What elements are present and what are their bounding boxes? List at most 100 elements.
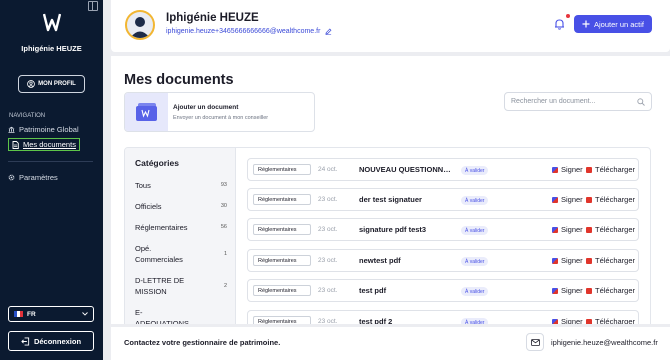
sidebar-collapse-icon[interactable]: [88, 1, 98, 11]
logout-button[interactable]: Déconnexion: [8, 331, 94, 351]
category-item-reglementaires[interactable]: Réglementaires 56: [135, 222, 227, 233]
category-tag: Réglementaires: [253, 316, 311, 324]
category-count: 56: [220, 224, 227, 230]
categories-title: Catégories: [135, 158, 179, 168]
status-badge: À valider: [461, 318, 489, 325]
language-value: FR: [27, 310, 36, 318]
documents-panel: Catégories Tous 93 Officiels 30 Réglementa…: [124, 147, 651, 324]
sign-label: Signer: [561, 317, 583, 324]
document-name[interactable]: signature pdf test3: [359, 225, 453, 234]
pdf-icon: [586, 257, 592, 264]
pdf-icon: [586, 166, 592, 173]
sidebar-item-parametres[interactable]: Paramètres: [8, 173, 58, 182]
category-label: D-LETTRE DE MISSION: [135, 276, 185, 296]
document-row[interactable]: Réglementaires 23 oct. signature pdf test3…: [247, 218, 639, 241]
top-header: Iphigénie HEUZE iphigenie.heuze+34656666…: [111, 0, 670, 52]
categories-list: Catégories Tous 93 Officiels 30 Réglementa…: [125, 148, 236, 324]
pdf-icon: [586, 196, 592, 203]
document-date: 23 oct.: [318, 257, 338, 264]
category-tag: Réglementaires: [253, 255, 311, 266]
download-button[interactable]: Télécharger: [586, 165, 635, 174]
document-row[interactable]: Réglementaires 23 oct. test pdf À valider Si…: [247, 279, 639, 302]
status-badge: À valider: [461, 287, 489, 296]
sign-button[interactable]: Signer: [552, 225, 583, 234]
mail-icon: [530, 338, 540, 346]
mail-button[interactable]: [526, 333, 544, 351]
category-item-officiels[interactable]: Officiels 30: [135, 201, 227, 212]
add-document-card[interactable]: Ajouter un document Envoyer un document …: [124, 92, 315, 132]
document-name[interactable]: test pdf: [359, 286, 453, 295]
status-badge: À valider: [461, 166, 489, 175]
sign-icon: [552, 318, 558, 324]
add-asset-button[interactable]: Ajouter un actif: [574, 15, 652, 33]
advisor-email[interactable]: iphigenie.heuze@wealthcome.fr: [551, 338, 658, 347]
sidebar-item-patrimoine-global[interactable]: Patrimoine Global: [8, 125, 79, 134]
status-label: À valider: [465, 197, 485, 204]
add-asset-label: Ajouter un actif: [593, 19, 645, 29]
category-label: Tous: [135, 181, 151, 190]
sign-button[interactable]: Signer: [552, 256, 583, 265]
download-button[interactable]: Télécharger: [586, 195, 635, 204]
category-item-ope-commerciales[interactable]: Opé. Commerciales 1: [135, 243, 227, 265]
download-label: Télécharger: [595, 225, 636, 234]
status-badge: À valider: [461, 196, 489, 205]
category-count: 2: [223, 282, 227, 289]
category-label: Opé. Commerciales: [135, 244, 183, 264]
download-label: Télécharger: [595, 256, 636, 265]
document-name[interactable]: der test signatuer: [359, 195, 453, 204]
document-name[interactable]: NOUVEAU QUESTIONNAIRE: [359, 165, 453, 174]
bell-icon[interactable]: [554, 18, 565, 30]
sign-button[interactable]: Signer: [552, 317, 583, 324]
language-select[interactable]: FR: [8, 306, 94, 322]
profile-button[interactable]: MON PROFIL: [18, 75, 85, 93]
document-row[interactable]: Réglementaires 23 oct. test pdf 2 À valider…: [247, 310, 639, 324]
plus-icon: [582, 20, 590, 28]
sidebar-item-label: Paramètres: [19, 173, 58, 182]
document-row[interactable]: Réglementaires 23 oct. der test signatuer À…: [247, 188, 639, 211]
download-button[interactable]: Télécharger: [586, 317, 635, 324]
sign-button[interactable]: Signer: [552, 286, 583, 295]
download-label: Télécharger: [595, 165, 636, 174]
download-button[interactable]: Télécharger: [586, 286, 635, 295]
download-button[interactable]: Télécharger: [586, 256, 635, 265]
sidebar-item-label: Patrimoine Global: [19, 125, 79, 134]
category-count: 1: [223, 250, 227, 257]
sign-icon: [552, 287, 558, 294]
download-label: Télécharger: [595, 317, 636, 324]
document-name[interactable]: test pdf 2: [359, 317, 453, 324]
sign-icon: [552, 257, 558, 264]
download-button[interactable]: Télécharger: [586, 225, 635, 234]
category-tag: Réglementaires: [253, 285, 311, 296]
sign-button[interactable]: Signer: [552, 165, 583, 174]
status-label: À valider: [465, 227, 485, 234]
document-name[interactable]: newtest pdf: [359, 256, 453, 265]
sign-label: Signer: [561, 225, 583, 234]
search-input[interactable]: Rechercher un document...: [504, 92, 652, 111]
pdf-icon: [586, 226, 592, 233]
user-avatar-icon: [130, 17, 150, 38]
sidebar-item-mes-documents[interactable]: Mes documents: [8, 138, 80, 151]
category-item-e-adequations[interactable]: E-ADEQUATIONS: [135, 307, 227, 324]
category-tag: Réglementaires: [253, 164, 311, 175]
category-tag: Réglementaires: [253, 224, 311, 235]
category-tag: Réglementaires: [253, 194, 311, 205]
document-row[interactable]: Réglementaires 24 oct. NOUVEAU QUESTIONNAI…: [247, 158, 639, 181]
category-item-tous[interactable]: Tous 93: [135, 180, 227, 191]
gear-icon: [8, 174, 15, 181]
document-row[interactable]: Réglementaires 23 oct. newtest pdf À valide…: [247, 249, 639, 272]
document-date: 23 oct.: [318, 226, 338, 233]
category-item-lettre-de-mission[interactable]: D-LETTRE DE MISSION 2: [135, 275, 227, 297]
contact-text: Contactez votre gestionnaire de patrimoi…: [124, 338, 281, 347]
chevron-down-icon: [82, 312, 88, 316]
avatar[interactable]: [125, 10, 155, 40]
user-circle-icon: [27, 80, 35, 88]
bank-icon: [8, 126, 15, 133]
status-badge: À valider: [461, 257, 489, 266]
sign-button[interactable]: Signer: [552, 195, 583, 204]
wealthcome-logo[interactable]: [43, 12, 61, 32]
category-count: 30: [220, 203, 227, 209]
status-label: À valider: [465, 319, 485, 325]
status-badge: À valider: [461, 226, 489, 235]
download-label: Télécharger: [595, 286, 636, 295]
edit-icon[interactable]: [325, 28, 332, 35]
